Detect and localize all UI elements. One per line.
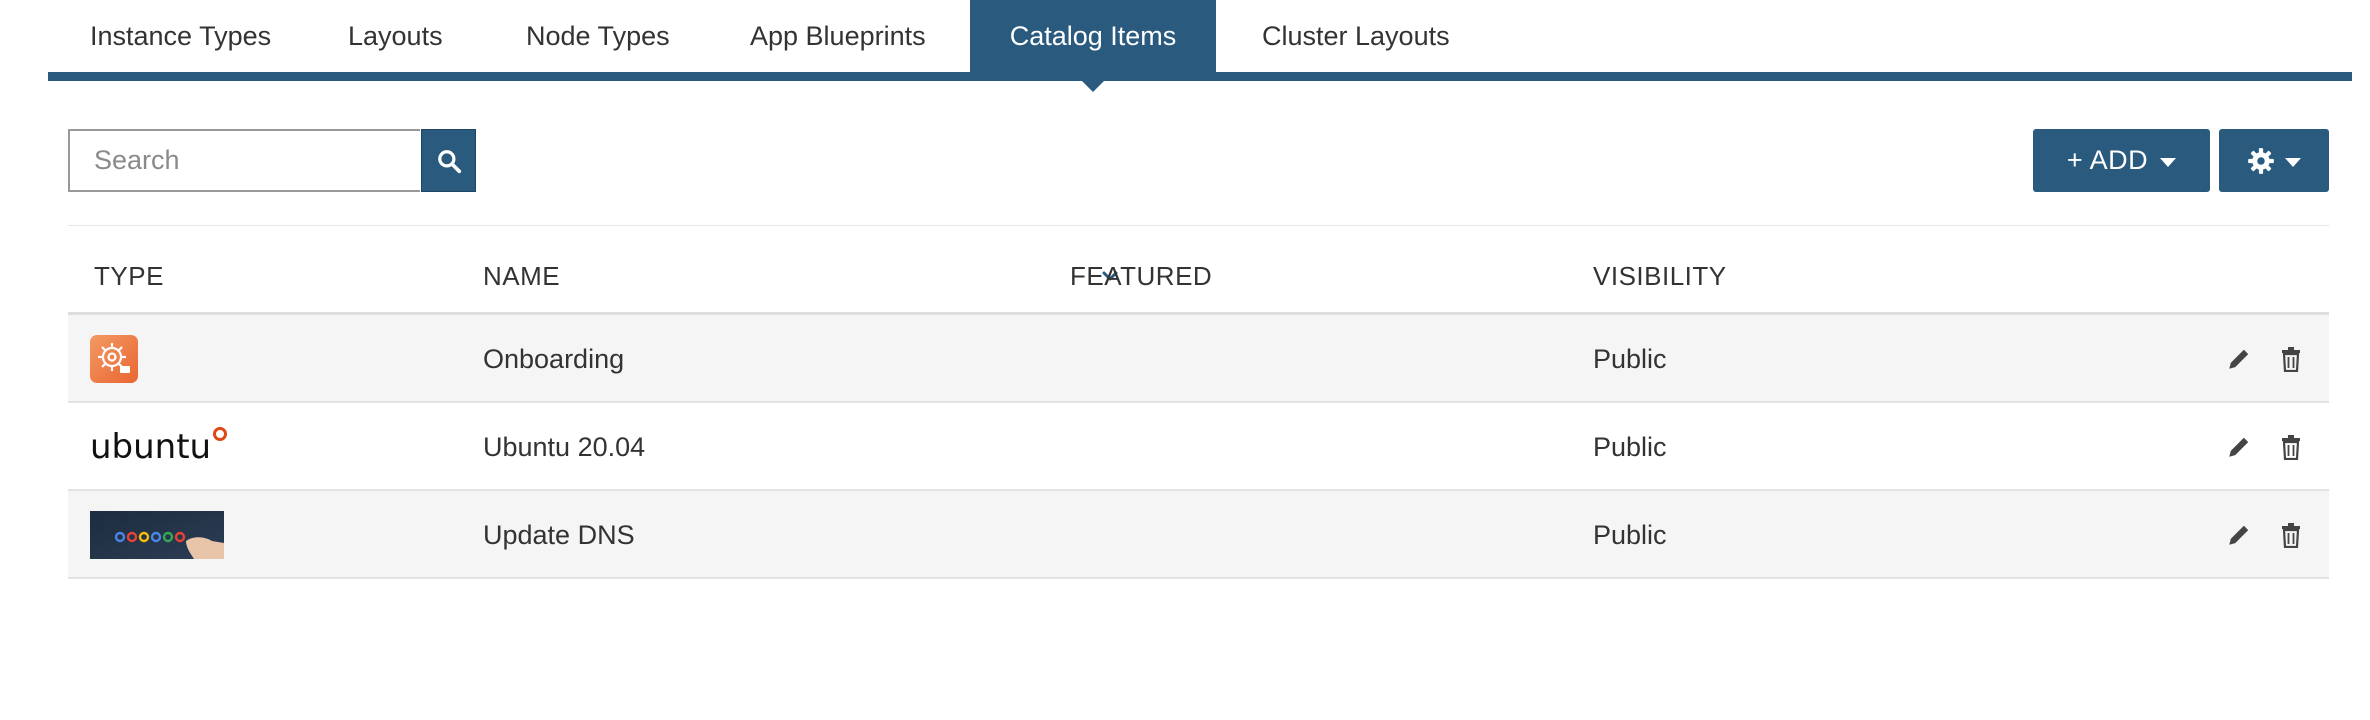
tab-catalog-items[interactable]: Catalog Items [970, 0, 1216, 92]
edit-button[interactable] [2224, 344, 2254, 374]
tab-underline [48, 72, 2352, 81]
pencil-icon [2229, 437, 2249, 457]
trash-icon [2282, 435, 2300, 460]
tab-layouts[interactable]: Layouts [348, 0, 443, 72]
gear-icon [2248, 147, 2274, 174]
column-header-name[interactable]: NAME [483, 240, 560, 312]
delete-button[interactable] [2276, 344, 2306, 374]
type-cell [90, 315, 138, 403]
ubuntu-circle-icon [213, 427, 228, 441]
search-icon [437, 149, 461, 173]
tab-node-types[interactable]: Node Types [526, 0, 670, 72]
name-cell: Onboarding [483, 344, 625, 374]
delete-button[interactable] [2276, 520, 2306, 550]
ubuntu-logo-text: ubuntu [90, 427, 212, 467]
visibility-cell: Public [1593, 432, 1667, 462]
add-button[interactable]: + ADD [2033, 129, 2210, 192]
chevron-down-icon [2160, 158, 2177, 167]
chevron-down-icon [2285, 158, 2301, 167]
trash-icon [2282, 347, 2300, 372]
row-actions [2224, 403, 2306, 491]
edit-button[interactable] [2224, 520, 2254, 550]
visibility-cell: Public [1593, 344, 1667, 374]
dns-image [90, 511, 224, 559]
column-header-visibility[interactable]: VISIBILITY [1593, 240, 1727, 312]
search-input[interactable] [68, 129, 420, 192]
trash-icon [2282, 523, 2300, 548]
toolbar-divider [68, 225, 2329, 226]
column-header-type[interactable]: TYPE [94, 240, 164, 312]
pencil-icon [2229, 349, 2249, 369]
type-cell: ubuntu [90, 403, 228, 491]
ubuntu-logo: ubuntu [90, 427, 228, 467]
row-actions [2224, 491, 2306, 579]
pencil-icon [2229, 525, 2249, 545]
tab-catalog-items-label: Catalog Items [1009, 21, 1177, 51]
search-button[interactable] [421, 129, 476, 192]
visibility-cell: Public [1593, 520, 1667, 550]
table-header: TYPE NAME FEATURED VISIBILITY [68, 240, 2329, 312]
onboarding-gear-icon [90, 335, 138, 383]
row-actions [2224, 315, 2306, 403]
edit-button[interactable] [2224, 432, 2254, 462]
settings-dropdown-button[interactable] [2219, 129, 2329, 192]
table-row[interactable]: ubuntu Ubuntu 20.04 Public [68, 403, 2329, 491]
table-row[interactable]: Onboarding Public [68, 315, 2329, 403]
type-cell [90, 491, 224, 579]
delete-button[interactable] [2276, 432, 2306, 462]
tab-app-blueprints[interactable]: App Blueprints [750, 0, 926, 72]
table-row[interactable]: Update DNS Public [68, 491, 2329, 579]
tab-instance-types[interactable]: Instance Types [90, 0, 271, 72]
name-cell: Update DNS [483, 520, 635, 550]
add-button-label: + ADD [2066, 145, 2149, 175]
tab-cluster-layouts[interactable]: Cluster Layouts [1262, 0, 1450, 72]
name-cell: Ubuntu 20.04 [483, 432, 646, 462]
tab-bar: Instance Types Layouts Node Types App Bl… [48, 0, 2352, 92]
column-header-featured[interactable]: FEATURED [1070, 240, 1212, 312]
